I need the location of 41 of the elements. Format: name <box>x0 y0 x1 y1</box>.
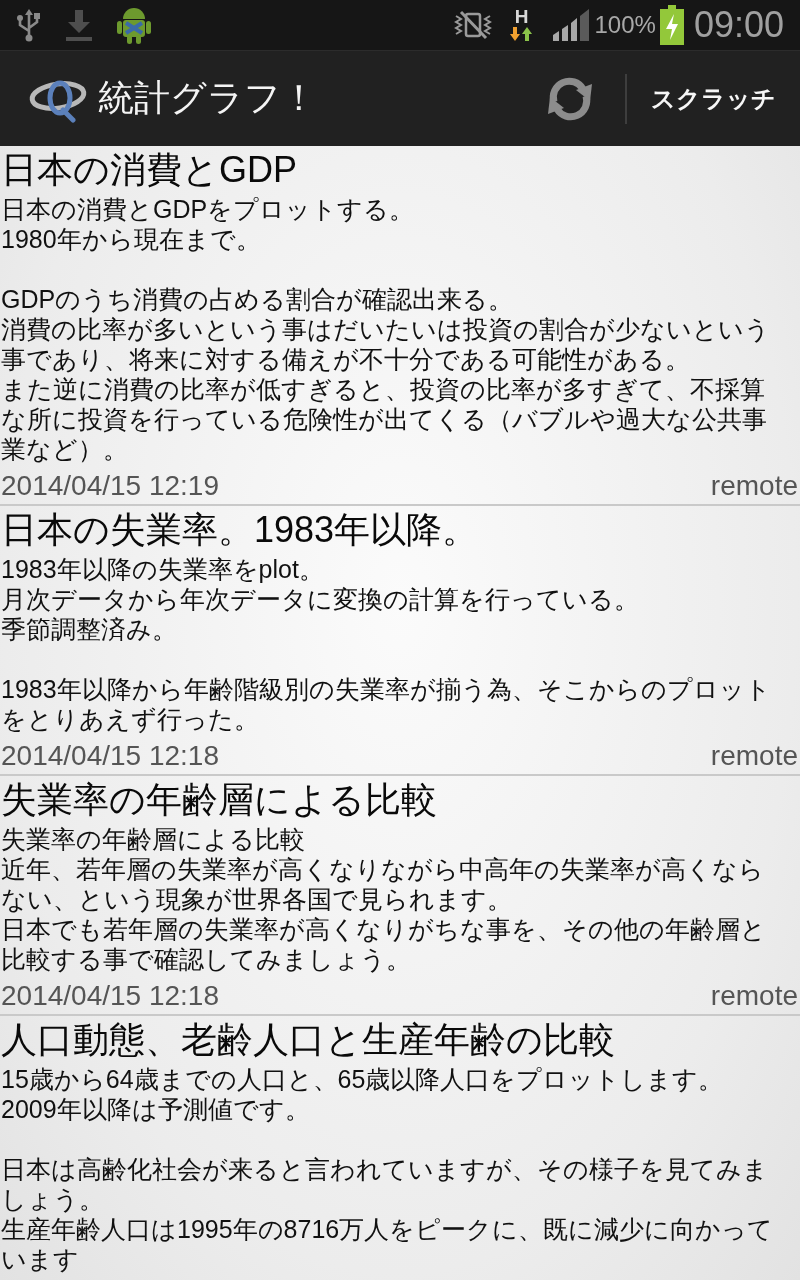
robot-icon <box>116 5 152 45</box>
entry-title: 日本の失業率。1983年以降。 <box>1 508 480 552</box>
entry-description: 失業率の年齢層による比較 <box>1 824 306 854</box>
entry-title: 失業率の年齢層による比較 <box>1 778 438 822</box>
entry-description: 日本でも若年層の失業率が高くなりがちな事を、その他の年齢層と比較する事で確認してみましょう。 <box>1 914 767 974</box>
entry-description: 月次データから年次データに変換の計算を行っている。 <box>1 584 640 614</box>
app-title: 統計グラフ！ <box>98 76 317 120</box>
entry-description: 1983年以降から年齢階級別の失業率が揃う為、そこからのプロットをとりあえず行った。 <box>1 674 772 734</box>
usb-icon <box>16 7 42 43</box>
list-item[interactable]: 日本の失業率。1983年以降。 1983年以降の失業率をplot。 月次データから年次データに変換の計算を行っている。 季節調整済み。 1983年以降から年齢階級別の失業率が揃う為、そこからのプロットをとりあえず行った。 2014/04/15 12:18 remote <box>0 506 800 776</box>
entry-source: remote <box>710 980 799 1012</box>
entry-description: 1980年から現在まで。 <box>1 224 262 254</box>
entry-date: 2014/04/15 12:18 <box>1 980 219 1012</box>
data-arrows-icon <box>508 26 535 42</box>
entry-description: 消費の比率が多いという事はだいたいは投資の割合が少ないという事であり、将来に対する備えが不十分である可能性がある。 <box>1 314 771 374</box>
entry-description: 近年、若年層の失業率が高くなりながら中高年の失業率が高くならない、という現象が世界各国で見られます。 <box>1 854 765 914</box>
entry-description: 日本は高齢化社会が来ると言われていますが、その様子を見てみましょう。 <box>1 1154 769 1214</box>
entry-title: 人口動態、老齢人口と生産年齢の比較 <box>1 1018 616 1062</box>
list-item[interactable]: 人口動態、老齢人口と生産年齢の比較 15歳から64歳までの人口と、65歳以降人口をプロットします。 2009年以降は予測値です。 日本は高齢化社会が来ると言われていますが、その様子を見てみましょう。 生産年齢人口は1995年の8716万人をピークに、既に減少に向かっています <box>0 1016 800 1274</box>
signal-icon <box>552 9 589 41</box>
entry-description: 15歳から64歳までの人口と、65歳以降人口をプロットします。 <box>1 1064 725 1094</box>
entry-date: 2014/04/15 12:18 <box>1 740 219 772</box>
vibrate-icon <box>452 10 493 40</box>
download-icon <box>64 8 94 42</box>
network-type-label: H <box>514 8 529 26</box>
entry-description: 2009年以降は予測値です。 <box>1 1094 311 1124</box>
battery-percent: 100% <box>594 11 656 39</box>
entry-description: 生産年齢人口は1995年の8716万人をピークに、既に減少に向かっています <box>1 1214 775 1274</box>
entry-title: 日本の消費とGDP <box>1 148 298 192</box>
scratch-action[interactable]: スクラッチ <box>651 74 776 123</box>
entry-description: 1983年以降の失業率をplot。 <box>1 554 325 584</box>
entry-description: 季節調整済み。 <box>1 614 178 644</box>
entry-date: 2014/04/15 12:19 <box>1 470 219 502</box>
clock-time: 09:00 <box>693 4 784 46</box>
list-item[interactable]: 失業率の年齢層による比較 失業率の年齢層による比較 近年、若年層の失業率が高くなりながら中高年の失業率が高くならない、という現象が世界各国で見られます。 日本でも若年層の失業率が高くなりがちな事を、その他の年齢層と比較する事で確認してみましょう。 2014/04/15 12:18 remote <box>0 776 800 1016</box>
entry-description: 日本の消費とGDPをプロットする。 <box>1 194 416 224</box>
entry-description: GDPのうち消費の占める割合が確認出来る。 <box>1 284 515 314</box>
entry-source: remote <box>710 740 799 772</box>
battery-icon <box>659 5 684 45</box>
entry-description: また逆に消費の比率が低すぎると、投資の比率が多すぎて、不採算な所に投資を行っている危険性が出てくる（バブルや過大な公共事業など）。 <box>1 374 768 464</box>
entry-source: remote <box>710 470 799 502</box>
